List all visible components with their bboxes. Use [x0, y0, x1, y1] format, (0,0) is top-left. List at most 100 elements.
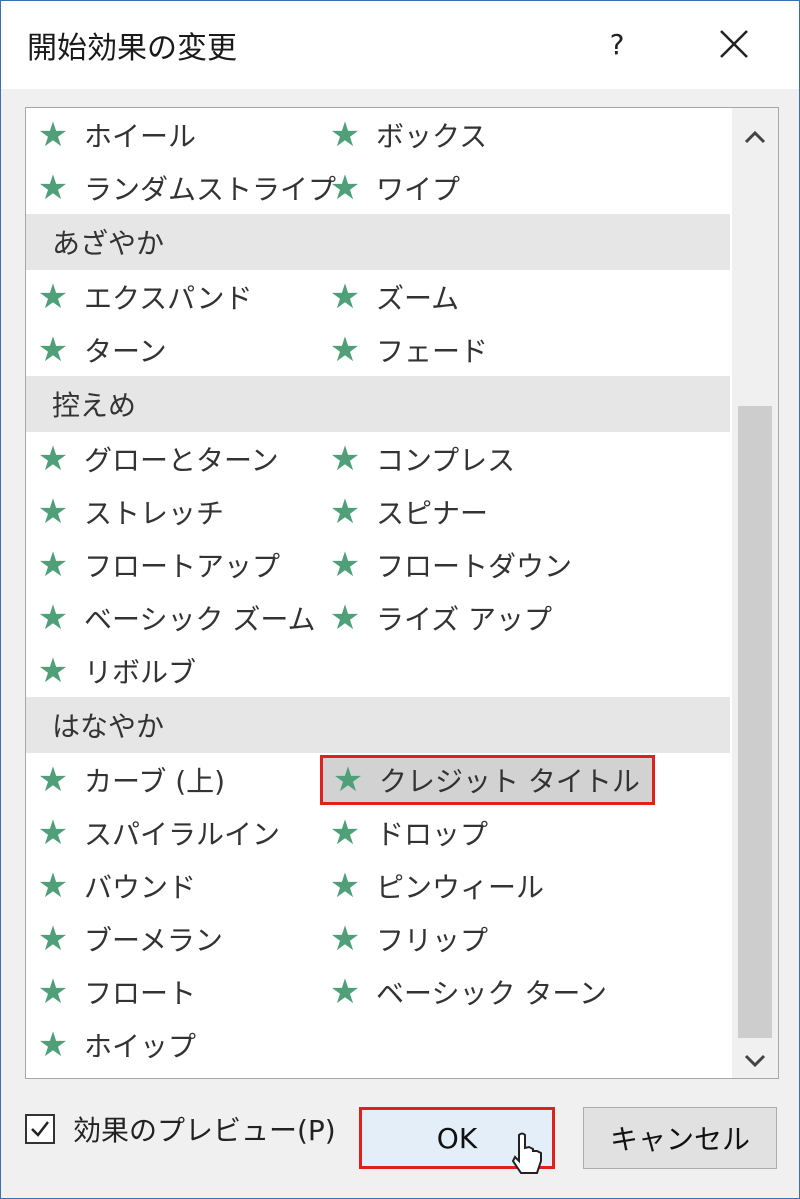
checkmark-icon — [31, 1121, 49, 1137]
effect-list-content: ★ ホイール ★ ボックス ★ ランダムストライプ ★ ワイプ あざやか ★ エクスパンド ★ ズーム ★… — [26, 108, 730, 1071]
effect-item[interactable]: ★ カーブ (上) — [36, 759, 225, 801]
star-icon: ★ — [37, 866, 69, 906]
star-icon: ★ — [329, 330, 361, 370]
effect-item-label: スパイラルイン — [84, 818, 281, 851]
category-header: はなやか — [26, 697, 730, 753]
effect-item[interactable]: ★ フロート — [36, 971, 196, 1013]
effect-item[interactable]: ★ フロートアップ — [36, 544, 280, 586]
effect-item-label: コンプレス — [376, 444, 516, 477]
title-bar: 開始効果の変更 ? — [1, 1, 799, 89]
effect-item-label: フリップ — [376, 924, 489, 957]
effect-item-label: ホイール — [84, 120, 197, 153]
scroll-thumb[interactable] — [738, 406, 772, 1038]
effect-preview-option[interactable]: 効果のプレビュー(P) — [25, 1107, 336, 1151]
category-header: あざやか — [26, 214, 730, 270]
effect-item-label: ベーシック ターン — [376, 977, 607, 1010]
effect-row: ★ カーブ (上) ★ クレジット タイトル — [26, 753, 730, 806]
help-button[interactable]: ? — [587, 11, 647, 77]
scroll-up-button[interactable] — [732, 112, 778, 162]
effect-item-label: クレジット タイトル — [379, 765, 640, 798]
effect-item[interactable]: ★ ホイップ — [36, 1024, 196, 1066]
effect-item[interactable]: ★ ベーシック ズーム — [36, 597, 316, 639]
star-icon: ★ — [329, 115, 361, 155]
effect-item[interactable]: ★ スパイラルイン — [36, 812, 280, 854]
effect-item-label: ドロップ — [376, 818, 489, 851]
effect-item-label: ランダムストライプ — [84, 173, 337, 206]
effect-item[interactable]: ★ ドロップ — [328, 812, 488, 854]
effect-row: ★ ホイップ — [26, 1018, 730, 1071]
effect-item[interactable]: ★ ストレッチ — [36, 491, 224, 533]
effect-item-label: ボックス — [376, 120, 488, 153]
effect-item[interactable]: ★ バウンド — [36, 865, 196, 907]
close-button[interactable] — [701, 11, 767, 77]
star-icon: ★ — [37, 760, 69, 800]
effect-row: ★ ターン ★ フェード — [26, 323, 730, 376]
chevron-down-icon — [744, 1054, 766, 1068]
star-icon: ★ — [332, 760, 364, 800]
star-icon: ★ — [37, 919, 69, 959]
effect-item-label: ターン — [84, 335, 167, 368]
effect-item[interactable]: ★ グローとターン — [36, 438, 279, 480]
star-icon: ★ — [37, 1025, 69, 1065]
effect-item[interactable]: ★ ターン — [36, 329, 167, 371]
scroll-down-button[interactable] — [732, 1036, 778, 1078]
effect-item[interactable]: ★ フリップ — [328, 918, 488, 960]
star-icon: ★ — [329, 545, 361, 585]
star-icon: ★ — [329, 439, 361, 479]
effect-item[interactable]: ★ ホイール — [36, 114, 196, 156]
effect-item[interactable]: ★ エクスパンド — [36, 276, 253, 318]
effect-row: ★ ホイール ★ ボックス — [26, 108, 730, 161]
star-icon: ★ — [37, 598, 69, 638]
effect-item[interactable]: ★ ライズ アップ — [328, 597, 552, 639]
effect-item-label: ストレッチ — [84, 497, 225, 530]
effect-item[interactable]: ★ スピナー — [328, 491, 488, 533]
star-icon: ★ — [37, 168, 69, 208]
star-icon: ★ — [329, 866, 361, 906]
effect-item-label: エクスパンド — [84, 282, 253, 315]
effect-row: ★ ブーメラン ★ フリップ — [26, 912, 730, 965]
star-icon: ★ — [37, 492, 69, 532]
effect-item-label: フロートダウン — [376, 550, 573, 583]
dialog-title: 開始効果の変更 — [27, 31, 237, 66]
chevron-up-icon — [744, 130, 766, 144]
effect-item[interactable]: ★ ボックス — [328, 114, 487, 156]
change-entrance-effect-dialog: 開始効果の変更 ? ★ ホイール ★ ボックス ★ ランダムストライプ ★ ワイプ あざやか ★ エ… — [0, 0, 800, 1199]
effect-item-label: カーブ (上) — [84, 765, 226, 798]
effect-item-label: グローとターン — [84, 444, 279, 477]
effect-item[interactable]: ★ ピンウィール — [328, 865, 544, 907]
effect-item[interactable]: ★ コンプレス — [328, 438, 515, 480]
effect-item-selected[interactable]: ★ クレジット タイトル — [320, 755, 655, 805]
effect-list[interactable]: ★ ホイール ★ ボックス ★ ランダムストライプ ★ ワイプ あざやか ★ エクスパンド ★ ズーム ★… — [25, 107, 779, 1079]
effect-item[interactable]: ★ ワイプ — [328, 167, 460, 209]
star-icon: ★ — [329, 277, 361, 317]
star-icon: ★ — [37, 651, 69, 691]
close-icon — [720, 30, 748, 58]
effect-item-label: ベーシック ズーム — [84, 603, 316, 636]
effect-item-label: スピナー — [376, 497, 489, 530]
star-icon: ★ — [37, 115, 69, 155]
effect-item-label: ワイプ — [376, 173, 461, 206]
star-icon: ★ — [37, 972, 69, 1012]
effect-row: ★ ランダムストライプ ★ ワイプ — [26, 161, 730, 214]
cancel-button[interactable]: キャンセル — [583, 1107, 777, 1169]
star-icon: ★ — [329, 168, 361, 208]
star-icon: ★ — [329, 598, 361, 638]
effect-row: ★ フロート ★ ベーシック ターン — [26, 965, 730, 1018]
effect-row: ★ スパイラルイン ★ ドロップ — [26, 806, 730, 859]
category-header: 控えめ — [26, 376, 730, 432]
preview-checkbox[interactable] — [25, 1114, 55, 1144]
vertical-scrollbar[interactable] — [732, 108, 778, 1078]
effect-item[interactable]: ★ フェード — [328, 329, 488, 371]
star-icon: ★ — [329, 492, 361, 532]
effect-row: ★ エクスパンド ★ ズーム — [26, 270, 730, 323]
star-icon: ★ — [37, 330, 69, 370]
effect-item[interactable]: ★ ズーム — [328, 276, 459, 318]
effect-item[interactable]: ★ ブーメラン — [36, 918, 223, 960]
preview-label: 効果のプレビュー(P) — [73, 1114, 336, 1147]
effect-item[interactable]: ★ リボルブ — [36, 650, 196, 692]
effect-item[interactable]: ★ フロートダウン — [328, 544, 572, 586]
effect-item-label: バウンド — [84, 871, 197, 904]
effect-item[interactable]: ★ ベーシック ターン — [328, 971, 607, 1013]
effect-row: ★ リボルブ — [26, 644, 730, 697]
effect-item[interactable]: ★ ランダムストライプ — [36, 167, 336, 209]
